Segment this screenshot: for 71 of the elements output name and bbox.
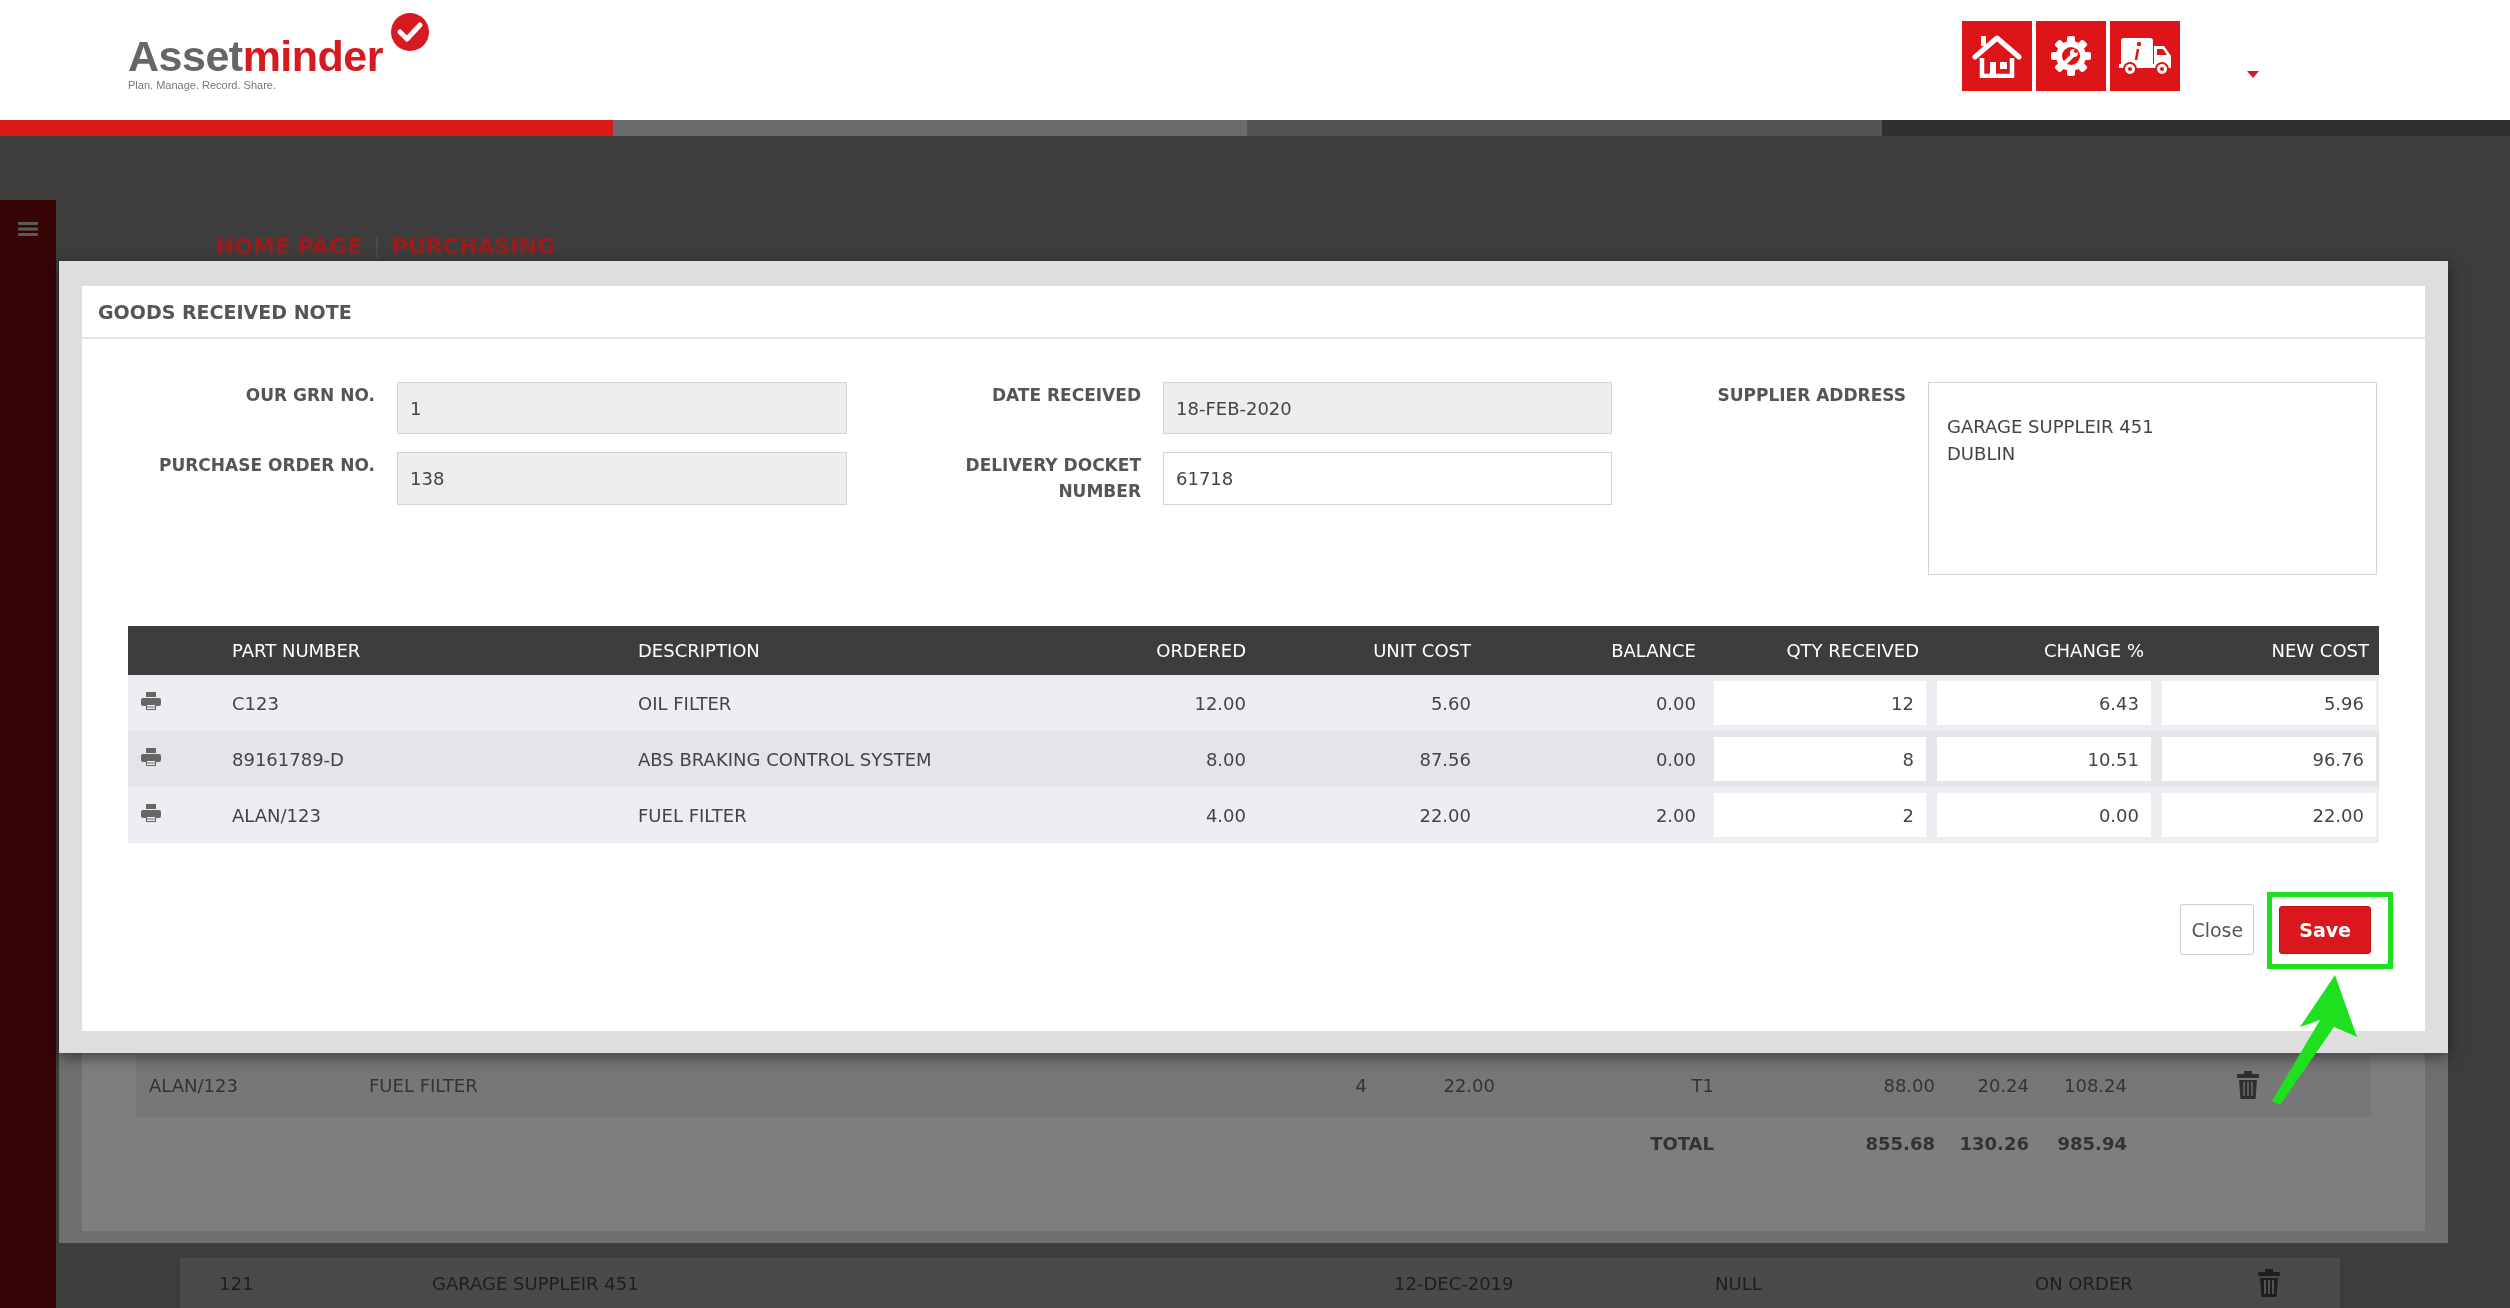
vehicle-info-button[interactable] bbox=[2110, 21, 2180, 91]
table-cell: 4.00 bbox=[1031, 787, 1256, 843]
home-button[interactable] bbox=[1962, 21, 2032, 91]
house-icon bbox=[1972, 34, 2022, 78]
field-label: DELIVERY DOCKET NUMBER bbox=[964, 454, 1141, 503]
column-header: ORDERED bbox=[1031, 626, 1256, 675]
number-field[interactable]: 5.96 bbox=[2162, 681, 2376, 725]
table-cell-text: T1 bbox=[1690, 1074, 1714, 1096]
number-field[interactable]: 0.00 bbox=[1937, 793, 2151, 837]
dropdown-caret-icon[interactable] bbox=[2247, 71, 2259, 78]
input-field[interactable]: 1 bbox=[397, 382, 847, 434]
column-header: PART NUMBER bbox=[232, 626, 638, 675]
input-field[interactable]: 138 bbox=[397, 452, 847, 505]
table-cell: 12.00 bbox=[1031, 675, 1256, 731]
total-label: TOTAL bbox=[1649, 1133, 1714, 1155]
column-header: CHANGE % bbox=[1929, 626, 2154, 675]
column-header: QTY RECEIVED bbox=[1706, 626, 1929, 675]
number-field[interactable]: 8 bbox=[1714, 737, 1926, 781]
modal-title: GOODS RECEIVED NOTE bbox=[82, 286, 2425, 339]
field-label: PURCHASE ORDER NO. bbox=[158, 454, 375, 477]
printer-icon[interactable] bbox=[141, 804, 161, 822]
number-field[interactable]: 96.76 bbox=[2162, 737, 2376, 781]
table-cell: 87.56 bbox=[1256, 731, 1481, 787]
table-cell-text: 20.24 bbox=[1976, 1074, 2029, 1096]
table-cell: 22.00 bbox=[1256, 787, 1481, 843]
table-cell-text: 108.24 bbox=[2063, 1074, 2127, 1096]
trash-icon[interactable] bbox=[2237, 1071, 2259, 1100]
table-cell: 8.00 bbox=[1031, 731, 1256, 787]
field-label: SUPPLIER ADDRESS bbox=[1717, 384, 1906, 407]
printer-icon[interactable] bbox=[141, 748, 161, 766]
table-cell: 0.00 bbox=[1481, 675, 1706, 731]
table-cell: 2.00 bbox=[1481, 787, 1706, 843]
number-field[interactable]: 2 bbox=[1714, 793, 1926, 837]
table-cell: ALAN/123 bbox=[232, 787, 638, 843]
field-label: DATE RECEIVED bbox=[991, 384, 1141, 407]
address-field[interactable]: GARAGE SUPPLEIR 451 DUBLIN bbox=[1928, 382, 2377, 575]
close-button[interactable]: Close bbox=[2180, 904, 2255, 955]
table-cell-text: 4 bbox=[1354, 1074, 1367, 1096]
gear-wrench-icon bbox=[2049, 34, 2093, 78]
column-header: UNIT COST bbox=[1256, 626, 1481, 675]
menu-icon[interactable] bbox=[18, 222, 38, 236]
number-field[interactable]: 22.00 bbox=[2162, 793, 2376, 837]
total-value: 855.68 bbox=[1864, 1133, 1935, 1155]
logo-wordmark: Assetminder bbox=[128, 34, 383, 78]
table-cell-text: 22.00 bbox=[1442, 1074, 1495, 1096]
input-field[interactable]: 61718 bbox=[1163, 452, 1612, 505]
total-value: 130.26 bbox=[1958, 1133, 2029, 1155]
table-cell-text: ALAN/123 bbox=[149, 1074, 239, 1096]
table-cell: OIL FILTER bbox=[638, 675, 1031, 731]
total-value: 985.94 bbox=[2056, 1133, 2127, 1155]
table-cell: ABS BRAKING CONTROL SYSTEM bbox=[638, 731, 1031, 787]
column-header: BALANCE bbox=[1481, 626, 1706, 675]
input-field[interactable]: 18-FEB-2020 bbox=[1163, 382, 1612, 434]
check-icon bbox=[390, 12, 430, 52]
field-label: OUR GRN NO. bbox=[245, 384, 375, 407]
table-cell: 0.00 bbox=[1481, 731, 1706, 787]
save-button[interactable]: Save bbox=[2279, 905, 2371, 954]
column-header: NEW COST bbox=[2154, 626, 2379, 675]
number-field[interactable]: 10.51 bbox=[1937, 737, 2151, 781]
table-cell: C123 bbox=[232, 675, 638, 731]
number-field[interactable]: 6.43 bbox=[1937, 681, 2151, 725]
column-header: DESCRIPTION bbox=[638, 626, 1031, 675]
table-cell: FUEL FILTER bbox=[638, 787, 1031, 843]
printer-icon[interactable] bbox=[141, 692, 161, 710]
table-cell: 89161789-D bbox=[232, 731, 638, 787]
table-cell-text: FUEL FILTER bbox=[369, 1074, 479, 1096]
table-cell-text: 88.00 bbox=[1882, 1074, 1935, 1096]
settings-button[interactable] bbox=[2036, 21, 2106, 91]
table-cell: 5.60 bbox=[1256, 675, 1481, 731]
number-field[interactable]: 12 bbox=[1714, 681, 1926, 725]
logo-tagline: Plan. Manage. Record. Share. bbox=[128, 79, 277, 91]
